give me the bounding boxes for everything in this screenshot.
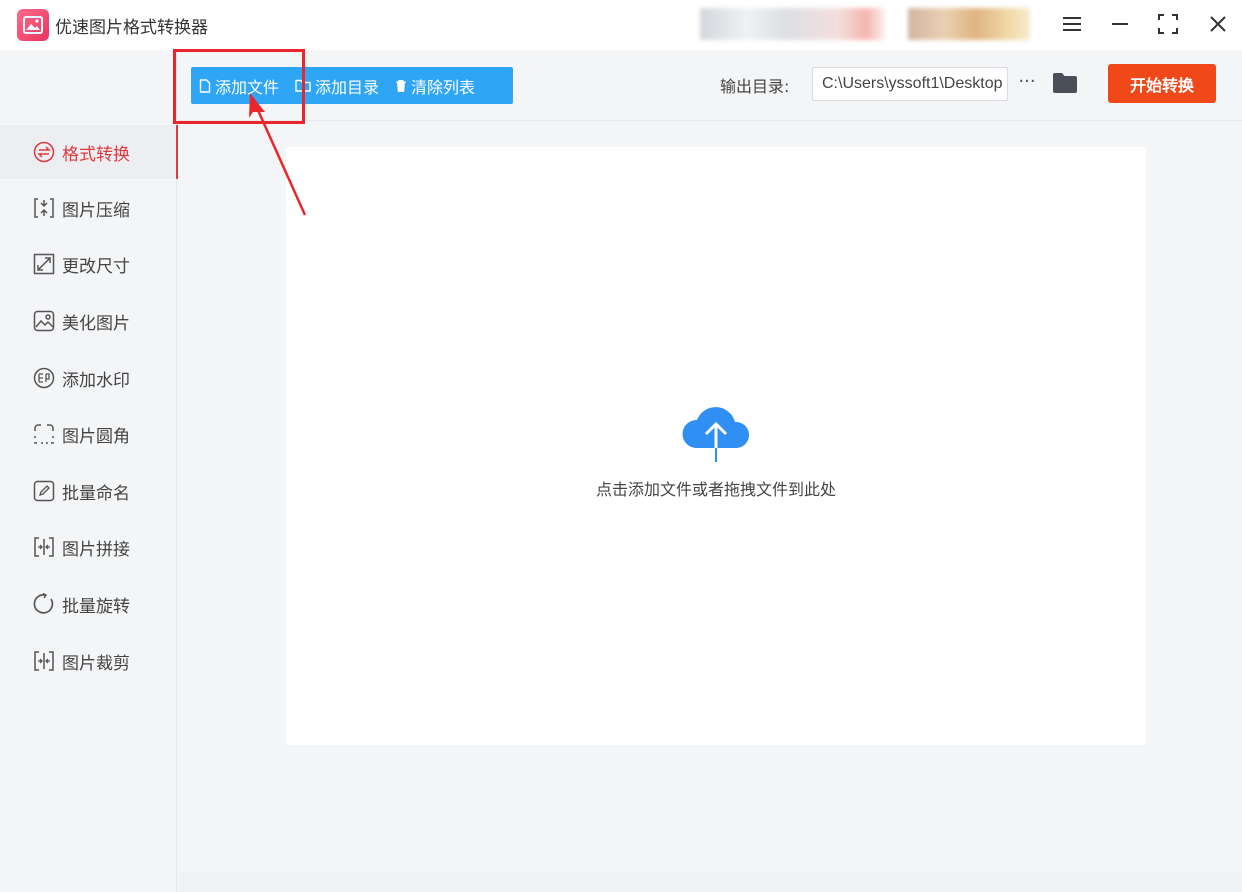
drop-hint-text: 点击添加文件或者拖拽文件到此处 — [595, 480, 836, 499]
blurred-avatar-area — [908, 8, 1030, 40]
start-convert-button[interactable]: 开始转换 — [1108, 64, 1216, 103]
toolbar: 添加文件 添加目录 清除列表 输出目录: C:\Users\yssoft1\De… — [178, 50, 1242, 121]
more-options-button[interactable]: ··· — [1016, 70, 1038, 98]
file-icon — [199, 78, 211, 93]
sidebar-item-rename[interactable]: 批量命名 — [0, 464, 177, 518]
clear-list-label: 清除列表 — [411, 77, 476, 97]
image-app-icon — [17, 9, 49, 41]
add-file-button[interactable]: 添加文件 — [191, 67, 287, 104]
file-button-group: 添加文件 添加目录 清除列表 — [191, 67, 513, 104]
sidebar-item-rotate[interactable]: 批量旋转 — [0, 577, 177, 631]
sidebar-item-round-corner[interactable]: 图片圆角 — [0, 407, 177, 461]
blurred-account-area — [700, 8, 885, 40]
clear-list-button[interactable]: 清除列表 — [387, 67, 483, 104]
sidebar-item-label: 美化图片 — [62, 313, 130, 334]
sidebar-item-label: 批量旋转 — [62, 596, 130, 617]
trash-icon — [396, 79, 407, 92]
folder-outline-icon — [295, 79, 311, 92]
maximize-icon[interactable] — [1154, 10, 1182, 38]
sidebar-item-stitch[interactable]: 图片拼接 — [0, 520, 177, 574]
sidebar-item-format-convert[interactable]: 格式转换 — [0, 125, 178, 179]
cloud-upload-icon[interactable] — [680, 402, 752, 468]
menu-icon[interactable] — [1058, 10, 1086, 38]
rotate-icon — [33, 593, 55, 615]
sidebar-item-label: 批量命名 — [62, 483, 130, 504]
sidebar-item-label: 图片裁剪 — [62, 653, 130, 674]
title-bar: 优速图片格式转换器 — [0, 0, 1242, 50]
sidebar-item-label: 更改尺寸 — [62, 256, 130, 277]
watermark-icon — [33, 367, 55, 389]
stitch-icon — [33, 536, 55, 558]
convert-icon — [33, 141, 55, 163]
crop-icon — [33, 650, 55, 672]
sidebar-item-resize[interactable]: 更改尺寸 — [0, 237, 177, 291]
round-corner-icon — [33, 423, 55, 445]
sidebar-item-crop[interactable]: 图片裁剪 — [0, 634, 177, 688]
sidebar-item-label: 图片拼接 — [62, 539, 130, 560]
sidebar-item-label: 格式转换 — [62, 144, 130, 165]
output-dir-field[interactable]: C:\Users\yssoft1\Desktop — [812, 67, 1008, 101]
sidebar-item-watermark[interactable]: 添加水印 — [0, 351, 177, 405]
rename-icon — [33, 480, 55, 502]
beautify-icon — [33, 310, 55, 332]
status-strip — [178, 872, 1242, 892]
compress-icon — [33, 197, 55, 219]
add-directory-label: 添加目录 — [315, 77, 380, 97]
sidebar-item-beautify[interactable]: 美化图片 — [0, 294, 177, 348]
sidebar-item-label: 图片压缩 — [62, 200, 130, 221]
sidebar-item-label: 添加水印 — [62, 370, 130, 391]
sidebar-item-label: 图片圆角 — [62, 426, 130, 447]
resize-icon — [33, 253, 55, 275]
add-file-label: 添加文件 — [215, 77, 280, 97]
app-title: 优速图片格式转换器 — [55, 18, 208, 38]
output-dir-label: 输出目录: — [720, 77, 790, 96]
minimize-icon[interactable] — [1106, 10, 1134, 38]
add-directory-button[interactable]: 添加目录 — [287, 67, 387, 104]
sidebar: 格式转换 图片压缩 更改尺寸 美化图片 添加水印 图片圆角 批量命名 图片拼接 … — [0, 50, 178, 892]
file-drop-zone[interactable]: 点击添加文件或者拖拽文件到此处 — [286, 147, 1146, 745]
close-icon[interactable] — [1204, 10, 1232, 38]
sidebar-item-compress[interactable]: 图片压缩 — [0, 181, 177, 235]
folder-icon[interactable] — [1052, 72, 1078, 96]
